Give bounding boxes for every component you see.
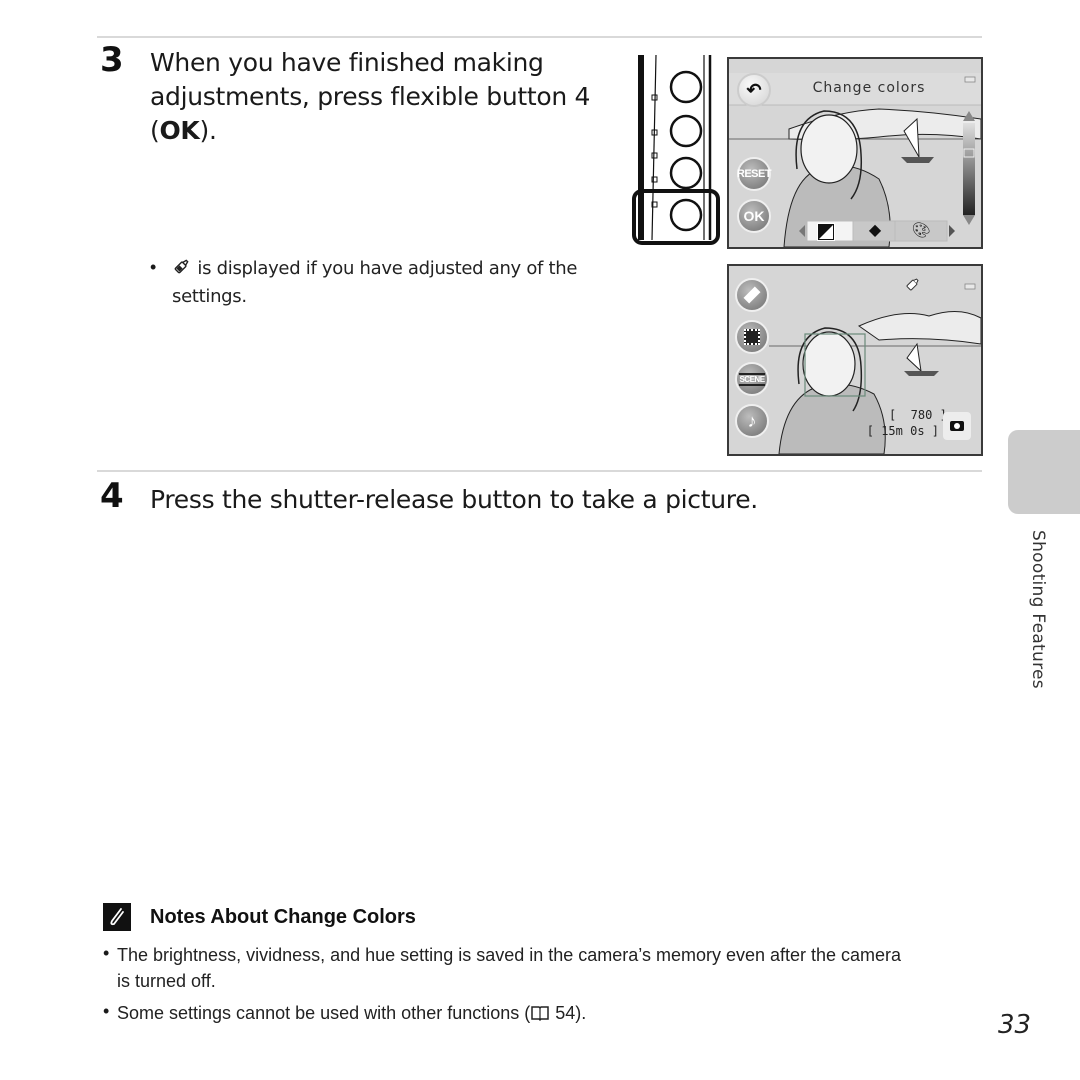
bullet-dot: • xyxy=(150,257,157,277)
camera-body-side-icon xyxy=(632,54,720,245)
step-3-line-1: When you have finished making xyxy=(150,48,544,77)
camera-icon xyxy=(950,421,964,431)
bullet-dot: • xyxy=(103,1001,110,1021)
brightness-icon xyxy=(819,225,833,239)
vividness-icon: ◆ xyxy=(868,222,882,239)
music-note-icon: ♪ xyxy=(747,410,757,431)
color-adjusted-icon xyxy=(172,256,192,284)
step-3-note-text-2: settings. xyxy=(172,286,247,307)
reset-label: RESET xyxy=(736,168,772,180)
color-adjusted-icon xyxy=(906,278,919,291)
note-item-2-text: Some settings cannot be used with other … xyxy=(117,1003,531,1023)
note-item-2: Some settings cannot be used with other … xyxy=(117,1000,817,1029)
screen-title: Change colors xyxy=(812,80,926,96)
step-3-number: 3 xyxy=(100,40,124,80)
paren-close: ). xyxy=(199,116,217,145)
notes-title: Notes About Change Colors xyxy=(150,906,416,928)
color-adjust-button[interactable] xyxy=(735,278,769,312)
paperclip-icon xyxy=(110,908,124,926)
camera-screen-change-colors: ↶ Change colors RESET OK ◆ 🎨︎ xyxy=(727,57,983,249)
bullet-dot: • xyxy=(103,943,110,963)
flexible-button-3 xyxy=(669,156,703,190)
hue-palette-icon: 🎨︎ xyxy=(911,222,931,239)
flexible-button-4 xyxy=(669,198,703,232)
color-adjusted-indicator xyxy=(905,276,921,297)
camera-mode-button[interactable] xyxy=(943,412,971,440)
step-3-note: is displayed if you have adjusted any of… xyxy=(172,256,602,310)
back-arrow-icon: ↶ xyxy=(746,79,762,100)
step-3-line-3: (OK). xyxy=(150,114,610,148)
tab-brightness[interactable] xyxy=(817,223,835,241)
tab-vividness[interactable]: ◆ xyxy=(866,222,884,240)
color-adjust-icon xyxy=(743,286,761,304)
book-reference-icon[interactable] xyxy=(530,1003,550,1029)
section-label: Shooting Features xyxy=(1028,530,1048,689)
movie-time-remaining: [ 15m 0s ] xyxy=(866,424,939,438)
section-tab xyxy=(1008,430,1080,514)
flexible-buttons-illustration xyxy=(630,54,722,250)
middle-divider xyxy=(97,470,982,472)
note-item-1: The brightness, vividness, and hue setti… xyxy=(117,942,987,994)
back-button[interactable]: ↶ xyxy=(737,73,771,107)
page-number: 33 xyxy=(998,1010,1032,1040)
frame-icon xyxy=(744,329,760,345)
ok-button[interactable]: OK xyxy=(737,199,771,233)
top-divider xyxy=(97,36,982,38)
notes-icon xyxy=(103,903,131,931)
note-item-2-page-ref[interactable]: 54). xyxy=(550,1003,586,1023)
step-3-note-text-1: is displayed if you have adjusted any of… xyxy=(192,258,578,279)
step-3-instruction: When you have finished making adjustment… xyxy=(150,46,610,148)
reset-button[interactable]: RESET xyxy=(736,157,772,191)
step-4-number: 4 xyxy=(100,476,124,516)
flexible-button-2 xyxy=(669,114,703,148)
camera-screen-shooting: SCENE ♪ [ 780 ] [ 15m 0s ] xyxy=(727,264,983,456)
scene-button[interactable]: SCENE xyxy=(735,362,769,396)
frame-button[interactable] xyxy=(735,320,769,354)
ok-button-label: OK xyxy=(159,116,200,145)
music-button[interactable]: ♪ xyxy=(735,404,769,438)
step-4-instruction: Press the shutter-release button to take… xyxy=(150,485,758,514)
tab-hue[interactable]: 🎨︎ xyxy=(911,222,931,240)
ok-label: OK xyxy=(743,208,765,224)
scene-icon: SCENE xyxy=(739,372,765,386)
step-3-line-2: adjustments, press flexible button 4 xyxy=(150,82,591,111)
flexible-button-1 xyxy=(669,70,703,104)
note-item-1-line-2: is turned off. xyxy=(117,971,216,991)
shots-remaining: [ 780 ] xyxy=(889,408,947,422)
note-item-1-line-1: The brightness, vividness, and hue setti… xyxy=(117,945,902,965)
